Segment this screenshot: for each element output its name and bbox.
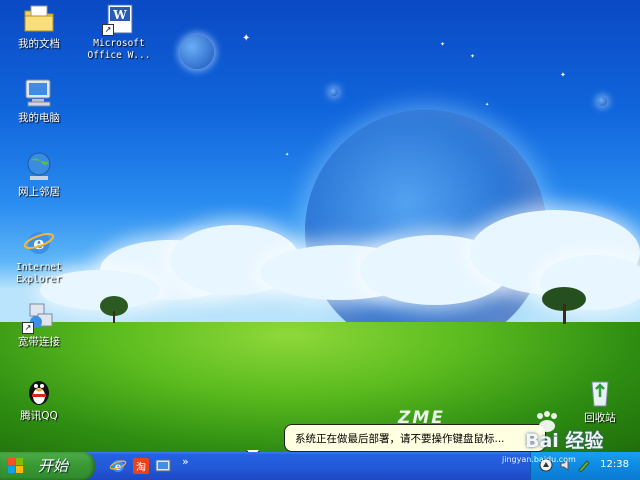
desktop-icon-label: Internet Explorer <box>16 262 62 285</box>
taobao-icon[interactable]: 淘 <box>132 457 150 475</box>
desktop-icon-tencent-qq[interactable]: 腾讯QQ <box>4 374 74 422</box>
word-document-icon: W ↗ <box>102 2 136 36</box>
pen-tool-icon[interactable] <box>577 458 591 472</box>
desktop-icon-my-documents[interactable]: 我的文档 <box>4 2 74 50</box>
svg-text:淘: 淘 <box>136 461 146 474</box>
desktop-icon-label: 网上邻居 <box>18 186 60 198</box>
desktop-icon-label: 我的文档 <box>18 38 60 50</box>
desktop-icon-label: 腾讯QQ <box>20 410 58 422</box>
recycle-bin-icon <box>583 376 617 410</box>
internet-explorer-icon[interactable]: e <box>109 457 127 475</box>
desktop-icon-recycle-bin[interactable]: 回收站 <box>565 376 635 424</box>
star-decoration: ✦ <box>285 152 290 158</box>
tiny-moon <box>330 88 338 96</box>
start-label: 开始 <box>38 457 69 475</box>
desktop-icon-broadband-connection[interactable]: ↗ 宽带连接 <box>4 300 74 348</box>
desktop-icon-network-places[interactable]: 网上邻居 <box>4 150 74 198</box>
network-places-icon <box>22 150 56 184</box>
qq-penguin-icon <box>22 374 56 408</box>
star-decoration: ✦ <box>485 102 490 108</box>
desktop-icon-internet-explorer[interactable]: e Internet Explorer <box>4 226 74 286</box>
start-button[interactable]: 开始 <box>0 452 95 480</box>
desktop-icon-label: 宽带连接 <box>18 336 60 348</box>
desktop-wallpaper: ✦ ✦ ✦ ✦ ✦ ✦ ZME 我的文档 W ↗ Microsoft Offic… <box>0 0 640 452</box>
baidu-jingyan-watermark: Bai 经验 <box>525 430 604 452</box>
shortcut-arrow-icon: ↗ <box>102 24 114 36</box>
desktop-icon-microsoft-office-word[interactable]: W ↗ Microsoft Office W... <box>84 2 154 62</box>
windows-logo-icon <box>8 458 23 473</box>
desktop-icon-label: 回收站 <box>584 412 616 424</box>
watermark-url: jingyan.baidu.com <box>502 455 576 464</box>
star-decoration: ✦ <box>560 71 566 79</box>
notification-balloon[interactable]: 系统正在做最后部署，请不要操作键盘鼠标... <box>284 424 546 452</box>
notification-text: 系统正在做最后部署，请不要操作键盘鼠标... <box>295 433 505 445</box>
desktop-icon-label: Microsoft Office W... <box>87 38 151 61</box>
shortcut-arrow-icon: ↗ <box>22 322 34 334</box>
desktop-icon-label: 我的电脑 <box>18 112 60 124</box>
tiny-moon <box>598 97 607 106</box>
small-moon <box>180 35 214 69</box>
quick-launch-more-button[interactable]: » <box>182 455 189 468</box>
tree <box>542 287 586 324</box>
internet-explorer-icon: e <box>22 226 56 260</box>
clock[interactable]: 12:38 <box>600 459 629 470</box>
tree <box>100 296 128 323</box>
my-documents-folder-icon <box>22 2 56 36</box>
star-decoration: ✦ <box>470 53 476 60</box>
desktop-icon-my-computer[interactable]: 我的电脑 <box>4 76 74 124</box>
my-computer-icon <box>22 76 56 110</box>
show-desktop-icon[interactable] <box>154 457 172 475</box>
star-decoration: ✦ <box>242 33 251 44</box>
svg-text:W: W <box>112 8 127 22</box>
star-decoration: ✦ <box>440 41 446 48</box>
broadband-connection-icon: ↗ <box>22 300 56 334</box>
